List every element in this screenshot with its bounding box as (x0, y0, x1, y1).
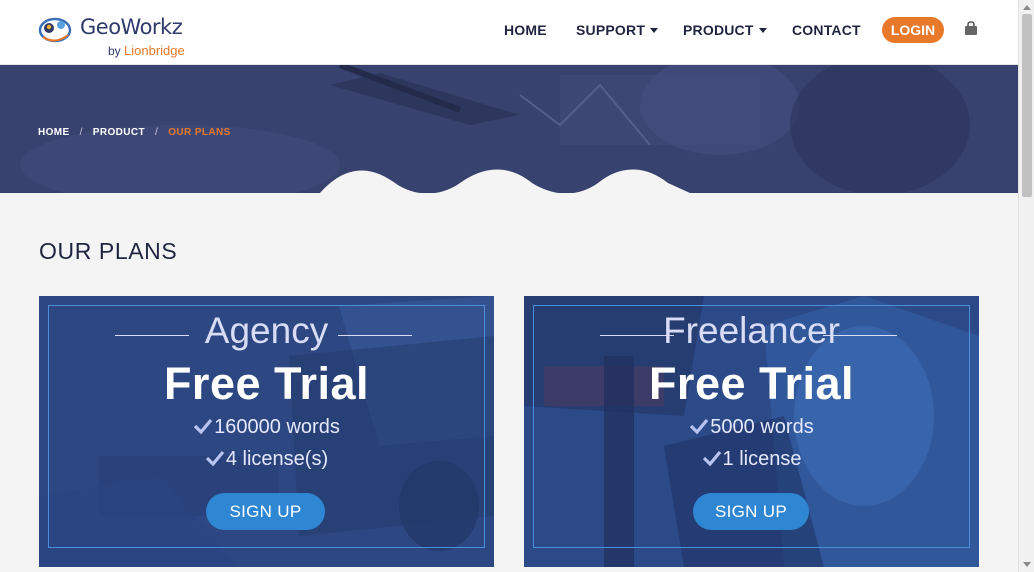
scroll-up-arrow-icon[interactable] (1023, 5, 1031, 10)
plan-feature: 4 license(s) (39, 448, 494, 471)
sign-up-button[interactable]: SIGN UP (206, 493, 325, 530)
site-header: GeoWorkz by Lionbridge HOME SUPPORT PROD… (0, 0, 1018, 65)
page-scrollbar[interactable] (1018, 0, 1034, 572)
plan-price: Free Trial (163, 358, 370, 409)
nav-product-label: PRODUCT (683, 22, 754, 38)
check-icon (194, 418, 213, 434)
nav-home[interactable]: HOME (504, 22, 547, 38)
plan-feature: 160000 words (39, 416, 494, 439)
brand-by: by (108, 44, 121, 58)
plan-card-freelancer: Freelancer Free Trial 5000 words 1 licen… (524, 296, 979, 567)
sign-up-button[interactable]: SIGN UP (693, 493, 809, 530)
scroll-thumb[interactable] (1022, 14, 1032, 197)
breadcrumb: HOME / PRODUCT / OUR PLANS (38, 127, 231, 138)
nav-support[interactable]: SUPPORT (576, 22, 659, 38)
plan-feature-text: 5000 words (710, 416, 814, 438)
check-icon (702, 450, 721, 466)
breadcrumb-current: OUR PLANS (168, 127, 231, 138)
plan-name: Agency (204, 310, 329, 351)
brand-parent: Lionbridge (124, 43, 185, 58)
plan-name: Freelancer (663, 310, 840, 351)
main-nav: HOME SUPPORT PRODUCT CONTACT (0, 22, 1018, 42)
page-title: OUR PLANS (39, 238, 178, 264)
breadcrumb-separator: / (79, 127, 83, 138)
plan-card-agency: Agency Free Trial 160000 words 4 license… (39, 296, 494, 567)
check-icon (205, 450, 225, 466)
nav-support-label: SUPPORT (576, 22, 646, 38)
scroll-down-arrow-icon[interactable] (1023, 562, 1031, 567)
plan-feature: 5000 words (524, 416, 979, 439)
nav-contact[interactable]: CONTACT (792, 22, 861, 38)
nav-product[interactable]: PRODUCT (683, 22, 767, 38)
brand-tagline: by Lionbridge (108, 43, 185, 58)
breadcrumb-product[interactable]: PRODUCT (93, 127, 145, 138)
caret-down-icon (758, 28, 767, 33)
check-icon (690, 418, 709, 434)
breadcrumb-home[interactable]: HOME (38, 127, 70, 138)
breadcrumb-separator: / (155, 127, 159, 138)
plan-feature-text: 160000 words (214, 416, 340, 438)
plan-feature-text: 1 license (722, 448, 802, 470)
login-button[interactable]: LOGIN (882, 17, 944, 43)
plan-feature: 1 license (524, 448, 979, 471)
caret-down-icon (650, 28, 659, 33)
cart-icon[interactable] (963, 21, 979, 37)
hero-banner: HOME / PRODUCT / OUR PLANS (0, 65, 1018, 193)
plan-feature-text: 4 license(s) (225, 448, 329, 470)
plan-price: Free Trial (648, 358, 855, 409)
